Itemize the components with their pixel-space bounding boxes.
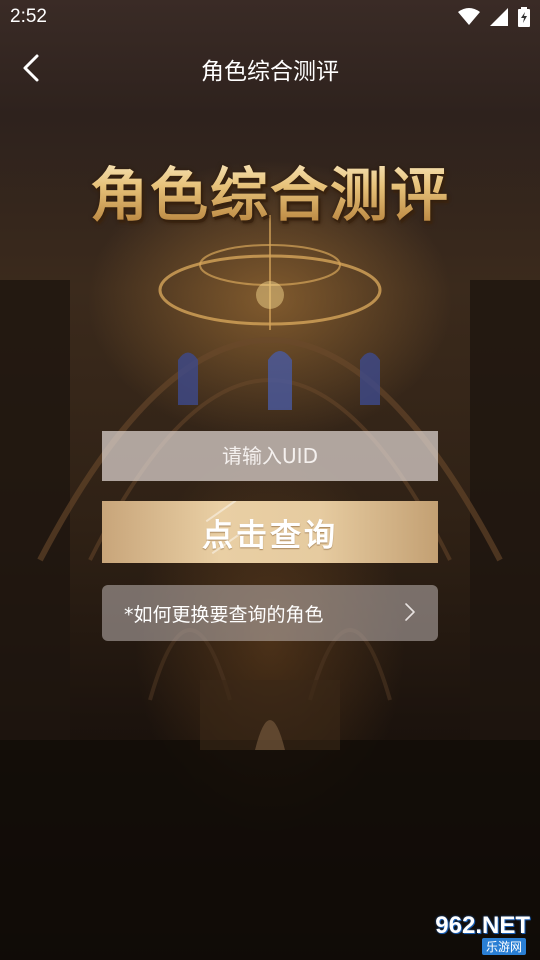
watermark-sub: 乐游网 xyxy=(481,938,526,955)
watermark-brand: 962.NET xyxy=(435,912,530,939)
hero-title: 角色综合测评 xyxy=(0,148,540,232)
wifi-icon xyxy=(458,8,480,25)
app-screen: 2:52 角色综合测评 角色综合测评 点击查询 *如何更换要查询的角色 962.… xyxy=(0,0,540,960)
page-title: 角色综合测评 xyxy=(201,59,339,85)
help-link-label: *如何更换要查询的角色 xyxy=(124,604,324,626)
status-icons xyxy=(458,7,530,27)
signal-icon xyxy=(490,8,508,26)
status-time: 2:52 xyxy=(10,6,47,27)
uid-input[interactable] xyxy=(102,431,438,481)
battery-icon xyxy=(518,7,530,27)
status-bar: 2:52 xyxy=(0,0,540,36)
watermark-logo: 962.NET 乐游网 xyxy=(398,910,534,956)
query-button[interactable]: 点击查询 xyxy=(102,501,438,563)
help-change-role-link[interactable]: *如何更换要查询的角色 xyxy=(102,585,438,641)
chevron-right-icon xyxy=(405,603,415,621)
title-bar: 角色综合测评 xyxy=(0,40,540,96)
query-button-label: 点击查询 xyxy=(202,517,338,554)
